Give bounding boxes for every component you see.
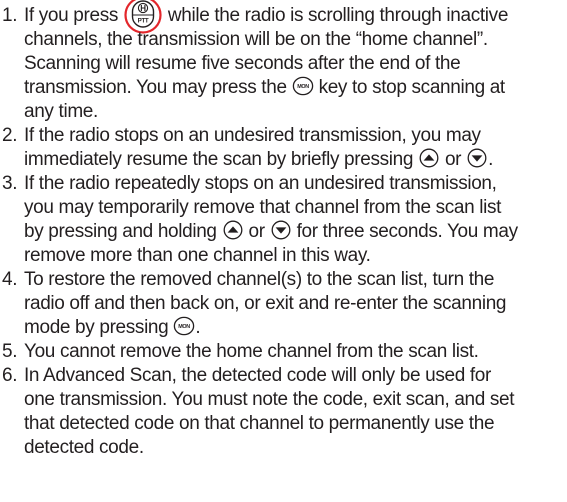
item-line: by pressing and holding or for three sec… xyxy=(24,220,518,244)
item-number: 1. xyxy=(2,5,18,26)
down-arrow-key-icon xyxy=(270,220,292,240)
item-number: 5. xyxy=(2,341,18,362)
item-line: immediately resume the scan by briefly p… xyxy=(24,148,493,172)
line-text: immediately resume the scan by briefly p… xyxy=(24,149,414,170)
item-line: radio off and then back on, or exit and … xyxy=(24,293,507,314)
down-arrow-key-icon xyxy=(466,148,488,168)
mon-key-label: MON xyxy=(297,84,309,90)
ptt-key-icon: H PTT xyxy=(123,0,163,34)
line-text: mode by pressing xyxy=(24,317,169,338)
item-line: If you press H PTT while the radio is sc… xyxy=(24,0,509,34)
item-line: that detected code on that channel to pe… xyxy=(24,413,495,434)
item-line: If the radio stops on an undesired trans… xyxy=(24,125,481,146)
item-line: Scanning will resume five seconds after … xyxy=(24,53,461,74)
item-number: 2. xyxy=(2,125,18,146)
item-line: one transmission. You must note the code… xyxy=(24,389,515,410)
line-text: . xyxy=(488,149,494,170)
line-text: for three seconds. You may xyxy=(296,221,519,242)
item-line: If the radio repeatedly stops on an unde… xyxy=(24,173,497,194)
up-arrow-key-icon xyxy=(222,220,244,240)
mon-key-icon: MON xyxy=(173,316,195,336)
item-line: detected code. xyxy=(24,437,144,458)
line-text: . xyxy=(195,317,201,338)
item-line: transmission. You may press the MON key … xyxy=(24,76,505,100)
up-arrow-key-icon xyxy=(418,148,440,168)
item-line: In Advanced Scan, the detected code will… xyxy=(24,365,491,386)
item-line: remove more than one channel in this way… xyxy=(24,245,371,266)
line-text: or xyxy=(248,221,266,242)
line-text: while the radio is scrolling through ina… xyxy=(167,5,509,26)
mon-key-label: MON xyxy=(179,324,191,330)
item-number: 4. xyxy=(2,269,18,290)
item-line: channels, the transmission will be on th… xyxy=(24,29,488,50)
item-line: mode by pressing MON . xyxy=(24,316,201,340)
item-number: 6. xyxy=(2,365,18,386)
manual-page: 1. If you press H PTT while the radio is… xyxy=(0,0,567,502)
line-text: by pressing and holding xyxy=(24,221,217,242)
line-text: or xyxy=(444,149,462,170)
item-line: You cannot remove the home channel from … xyxy=(24,341,479,362)
ptt-key-top-label: H xyxy=(140,4,146,13)
item-line: To restore the removed channel(s) to the… xyxy=(24,269,495,290)
line-text: key to stop scanning at xyxy=(318,77,506,98)
line-text: transmission. You may press the xyxy=(24,77,287,98)
ptt-key-bottom-label: PTT xyxy=(138,18,149,25)
line-text: If you press xyxy=(24,5,119,26)
mon-key-icon: MON xyxy=(292,76,314,96)
item-line: any time. xyxy=(24,101,98,122)
item-line: you may temporarily remove that channel … xyxy=(24,197,502,218)
item-number: 3. xyxy=(2,173,18,194)
